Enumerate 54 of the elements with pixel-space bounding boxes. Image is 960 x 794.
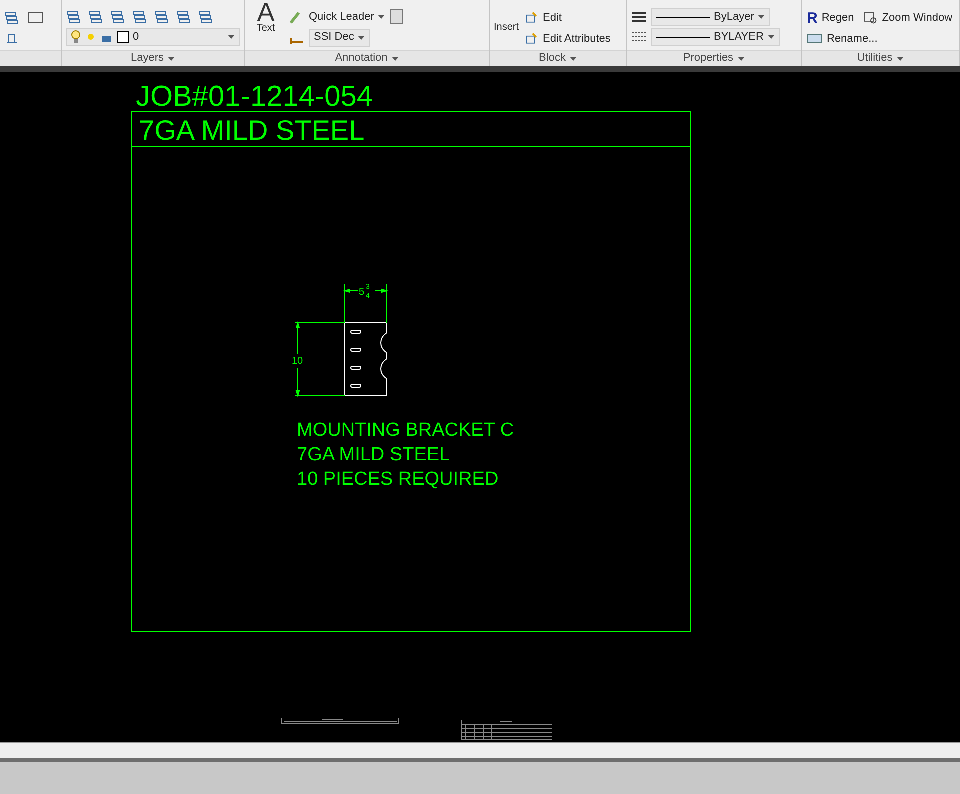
caret-icon (358, 36, 366, 40)
part-note: MOUNTING BRACKET C (297, 420, 514, 441)
block-button[interactable]: Edit Attributes (543, 30, 611, 47)
caret-icon (570, 56, 577, 60)
block-edit-icon[interactable] (525, 30, 540, 47)
layer-icon[interactable] (88, 9, 104, 25)
caret-icon (228, 35, 235, 39)
caret-icon (168, 56, 176, 60)
caret-icon (758, 15, 766, 19)
layer-icon[interactable] (176, 9, 192, 25)
part-note: 10 PIECES REQUIRED (297, 469, 499, 490)
line-sample (656, 16, 710, 18)
line-sample (656, 36, 710, 38)
window-icon[interactable] (28, 10, 44, 26)
width-dimension (343, 284, 389, 324)
color-swatch-icon (117, 31, 129, 43)
layer-icon[interactable] (154, 9, 170, 25)
material-title: 7GA MILD STEEL (139, 115, 365, 146)
text-button[interactable]: A Text (251, 0, 281, 46)
lineweight-icon[interactable] (631, 9, 647, 25)
utility-button[interactable]: Rename... (827, 30, 878, 47)
layer-dropdown[interactable]: 0 (66, 28, 240, 46)
utility-button[interactable]: Regen (822, 10, 854, 26)
caret-icon (378, 15, 386, 20)
caret-icon (738, 56, 745, 60)
part-note: 7GA MILD STEEL (297, 444, 450, 466)
layer-icon[interactable] (198, 9, 214, 25)
utility-button[interactable]: Zoom Window (882, 10, 953, 26)
quick-leader-button[interactable]: Quick Leader (309, 9, 374, 26)
slot-icons (350, 330, 362, 388)
caret-icon (896, 56, 904, 60)
layer-icon[interactable] (66, 9, 82, 25)
panel-title[interactable]: Block (539, 50, 566, 67)
property-dropdown[interactable]: ByLayer (651, 8, 770, 26)
height-label: 10 (292, 356, 304, 367)
layer-icon[interactable] (110, 9, 126, 25)
insert-button[interactable]: Insert (494, 0, 520, 47)
job-number: JOB#01-1214-054 (136, 81, 373, 113)
layer-icon[interactable] (132, 9, 148, 25)
panel-title[interactable]: Utilities (857, 50, 893, 67)
zoom-window-icon[interactable] (864, 10, 878, 26)
panel-title[interactable]: Layers (130, 50, 164, 67)
dimension-style-dropdown[interactable]: SSI Dec (309, 28, 370, 46)
width-whole: 5 (359, 287, 365, 298)
panel-title[interactable]: Properties (683, 50, 734, 67)
regen-icon: R (807, 10, 818, 26)
panel-title[interactable]: Annotation (335, 50, 388, 67)
sun-icon (85, 31, 97, 43)
bulb-icon (71, 30, 81, 44)
caret-icon (392, 56, 399, 60)
caret-icon (768, 35, 775, 39)
table-icon[interactable] (389, 9, 406, 26)
block-button[interactable]: Edit (543, 10, 562, 26)
property-dropdown[interactable]: BYLAYER (651, 28, 780, 46)
